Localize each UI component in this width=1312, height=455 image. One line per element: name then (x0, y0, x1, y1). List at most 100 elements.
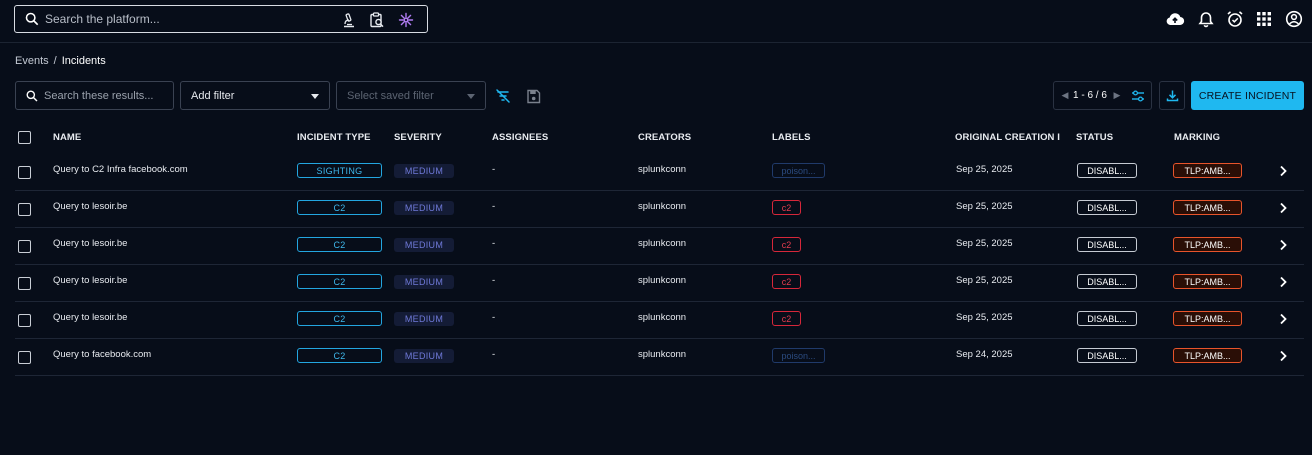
table-row[interactable]: Query to facebook.com C2 MEDIUM - splunk… (15, 339, 1304, 376)
label-chip: c2 (772, 274, 801, 289)
severity-chip: MEDIUM (394, 312, 454, 326)
marking-chip: TLP:AMB... (1173, 311, 1242, 326)
breadcrumb: Events / Incidents (15, 55, 106, 67)
column-header-assignees[interactable]: ASSIGNEES (492, 132, 548, 143)
row-creation-date: Sep 25, 2025 (956, 275, 1013, 286)
table-row[interactable]: Query to lesoir.be C2 MEDIUM - splunkcon… (15, 265, 1304, 302)
global-search-box[interactable] (14, 5, 428, 33)
column-header-marking[interactable]: MARKING (1174, 132, 1220, 143)
column-header-labels[interactable]: LABELS (772, 132, 811, 143)
status-chip: DISABL... (1077, 311, 1137, 326)
display-settings-icon[interactable] (1131, 89, 1145, 106)
row-creation-date: Sep 25, 2025 (956, 201, 1013, 212)
label-chip: poison... (772, 348, 825, 363)
alarm-clock-icon[interactable] (1225, 9, 1245, 29)
row-assignees: - (492, 238, 496, 249)
marking-chip: TLP:AMB... (1173, 200, 1242, 215)
table-row[interactable]: Query to lesoir.be C2 MEDIUM - splunkcon… (15, 228, 1304, 265)
column-header-name[interactable]: NAME (53, 132, 81, 143)
microscope-icon[interactable] (340, 11, 358, 29)
status-chip: DISABL... (1077, 237, 1137, 252)
severity-chip: MEDIUM (394, 164, 454, 178)
results-search-box[interactable] (15, 81, 174, 110)
apps-grid-icon[interactable] (1254, 9, 1274, 29)
breadcrumb-separator: / (53, 55, 57, 67)
bell-icon[interactable] (1196, 9, 1216, 29)
row-checkbox[interactable] (18, 166, 31, 179)
column-header-original-creation[interactable]: ORIGINAL CREATION I (955, 132, 1060, 143)
chevron-right-icon[interactable] (1278, 202, 1288, 214)
search-icon (26, 90, 38, 102)
column-header-status[interactable]: STATUS (1076, 132, 1113, 143)
export-button[interactable] (1159, 81, 1185, 110)
table-row[interactable]: Query to C2 Infra facebook.com SIGHTING … (15, 154, 1304, 191)
table-row[interactable]: Query to lesoir.be C2 MEDIUM - splunkcon… (15, 191, 1304, 228)
caret-down-icon (467, 94, 475, 99)
ai-sparkle-icon[interactable] (397, 11, 415, 29)
table-row[interactable]: Query to lesoir.be C2 MEDIUM - splunkcon… (15, 302, 1304, 339)
clipboard-search-icon[interactable] (368, 11, 386, 29)
column-header-creators[interactable]: CREATORS (638, 132, 691, 143)
saved-filter-select[interactable]: Select saved filter (336, 81, 486, 110)
column-header-incident-type[interactable]: INCIDENT TYPE (297, 132, 371, 143)
row-assignees: - (492, 312, 496, 323)
row-creator: splunkconn (638, 312, 687, 323)
severity-chip: MEDIUM (394, 275, 454, 289)
incident-type-chip: C2 (297, 237, 382, 252)
clear-filters-icon[interactable] (494, 87, 512, 105)
chevron-right-icon[interactable] (1278, 165, 1288, 177)
row-creation-date: Sep 25, 2025 (956, 164, 1013, 175)
add-filter-label: Add filter (191, 89, 235, 102)
incident-type-chip: C2 (297, 200, 382, 215)
row-checkbox[interactable] (18, 240, 31, 253)
row-creation-date: Sep 25, 2025 (956, 312, 1013, 323)
row-checkbox[interactable] (18, 314, 31, 327)
row-name: Query to lesoir.be (53, 275, 128, 286)
row-creator: splunkconn (638, 275, 687, 286)
select-all-checkbox[interactable] (18, 131, 31, 144)
status-chip: DISABL... (1077, 163, 1137, 178)
row-name: Query to C2 Infra facebook.com (53, 164, 188, 175)
chevron-right-icon[interactable] (1278, 350, 1288, 362)
row-name: Query to lesoir.be (53, 238, 128, 249)
results-search-input[interactable] (44, 88, 169, 104)
incident-type-chip: C2 (297, 311, 382, 326)
column-header-severity[interactable]: SEVERITY (394, 132, 442, 143)
incident-type-chip: C2 (297, 348, 382, 363)
search-icon (25, 12, 39, 26)
cloud-upload-icon[interactable] (1165, 9, 1185, 29)
row-creator: splunkconn (638, 349, 687, 360)
save-filter-icon[interactable] (524, 87, 542, 105)
download-icon (1166, 90, 1178, 102)
row-creator: splunkconn (638, 238, 687, 249)
label-chip: c2 (772, 200, 801, 215)
top-bar (0, 0, 1312, 43)
row-name: Query to lesoir.be (53, 312, 128, 323)
label-chip: c2 (772, 311, 801, 326)
row-checkbox[interactable] (18, 277, 31, 290)
row-assignees: - (492, 349, 496, 360)
severity-chip: MEDIUM (394, 201, 454, 215)
row-assignees: - (492, 275, 496, 286)
row-checkbox[interactable] (18, 203, 31, 216)
row-checkbox[interactable] (18, 351, 31, 364)
row-name: Query to lesoir.be (53, 201, 128, 212)
previous-page-icon[interactable]: ◀ (1059, 90, 1071, 101)
chevron-right-icon[interactable] (1278, 276, 1288, 288)
next-page-icon[interactable]: ▶ (1111, 90, 1123, 101)
pagination-count: 1 - 6 / 6 (1073, 90, 1107, 101)
incident-type-chip: C2 (297, 274, 382, 289)
breadcrumb-events-link[interactable]: Events (15, 55, 49, 67)
row-creation-date: Sep 24, 2025 (956, 349, 1013, 360)
chevron-right-icon[interactable] (1278, 239, 1288, 251)
create-incident-button[interactable]: CREATE INCIDENT (1191, 81, 1304, 110)
row-name: Query to facebook.com (53, 349, 152, 360)
account-circle-icon[interactable] (1284, 9, 1304, 29)
add-filter-select[interactable]: Add filter (180, 81, 330, 110)
row-assignees: - (492, 201, 496, 212)
global-search-input[interactable] (45, 10, 335, 28)
status-chip: DISABL... (1077, 348, 1137, 363)
severity-chip: MEDIUM (394, 238, 454, 252)
chevron-right-icon[interactable] (1278, 313, 1288, 325)
row-assignees: - (492, 164, 496, 175)
